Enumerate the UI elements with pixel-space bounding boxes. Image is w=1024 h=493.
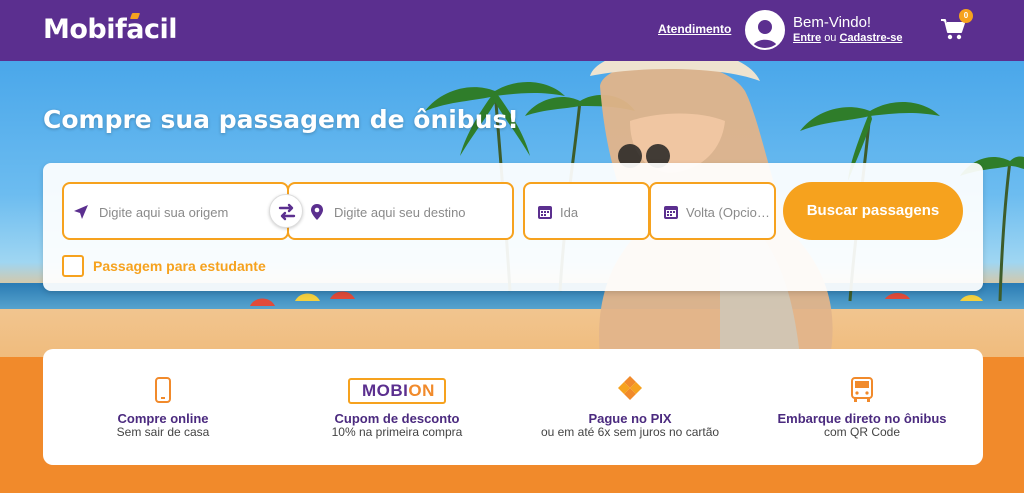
- welcome-text: Bem-Vindo!: [793, 14, 872, 31]
- signup-link[interactable]: Cadastre-se: [840, 32, 903, 44]
- logo[interactable]: Mobifacil: [43, 14, 177, 45]
- origin-input[interactable]: Digite aqui sua origem: [99, 205, 228, 220]
- user-icon: [752, 20, 778, 48]
- destination-input[interactable]: Digite aqui seu destino: [334, 205, 466, 220]
- feature-boarding: Embarque direto no ônibus com QR Code: [757, 349, 967, 465]
- feature-title: Pague no PIX: [588, 411, 672, 426]
- destination-field[interactable]: Digite aqui seu destino: [287, 182, 514, 240]
- hero-title: Compre sua passagem de ônibus!: [43, 105, 519, 134]
- calendar-icon: [664, 206, 678, 219]
- feature-subtitle: 10% na primeira compra: [331, 425, 463, 439]
- cart-count-badge: 0: [959, 9, 973, 23]
- departure-date-input[interactable]: Ida: [560, 205, 578, 220]
- features-panel: Compre online Sem sair de casa Cupom de …: [43, 349, 983, 465]
- mobion-badge-text: MOBION: [362, 381, 435, 401]
- feature-title: Embarque direto no ônibus: [777, 411, 947, 426]
- swap-arrows-icon: [278, 203, 296, 221]
- atendimento-link[interactable]: Atendimento: [658, 22, 731, 36]
- pix-icon: [618, 376, 642, 400]
- phone-icon: [155, 377, 171, 403]
- or-text: ou: [824, 32, 837, 44]
- mobion-badge-part-b: ON: [408, 381, 435, 400]
- avatar[interactable]: [745, 10, 785, 50]
- feature-pix: Pague no PIX ou em até 6x sem juros no c…: [515, 349, 745, 465]
- mobion-badge-part-a: MOBI: [362, 381, 409, 400]
- bus-icon: [851, 377, 873, 402]
- login-link[interactable]: Entre: [793, 32, 821, 44]
- origin-field[interactable]: Digite aqui sua origem: [62, 182, 289, 240]
- feature-title: Cupom de desconto: [334, 411, 460, 426]
- student-checkbox-label[interactable]: Passagem para estudante: [93, 258, 266, 274]
- feature-online: Compre online Sem sair de casa: [63, 349, 263, 465]
- feature-subtitle: Sem sair de casa: [116, 425, 210, 439]
- feature-subtitle: com QR Code: [823, 425, 901, 439]
- calendar-icon: [538, 206, 552, 219]
- top-header: Mobifacil Atendimento Bem-Vindo! Entre o…: [0, 0, 1024, 61]
- return-date-field[interactable]: Volta (Opcional): [649, 182, 776, 240]
- map-pin-icon: [311, 204, 323, 220]
- feature-subtitle: ou em até 6x sem juros no cartão: [540, 425, 720, 439]
- swap-button[interactable]: [269, 194, 303, 228]
- search-button[interactable]: Buscar passagens: [783, 182, 963, 240]
- return-date-input[interactable]: Volta (Opcional): [686, 205, 772, 220]
- login-links: Entre ou Cadastre-se: [793, 32, 902, 44]
- student-checkbox[interactable]: [62, 255, 84, 277]
- departure-date-field[interactable]: Ida: [523, 182, 650, 240]
- feature-title: Compre online: [117, 411, 209, 426]
- feature-coupon: Cupom de desconto 10% na primeira compra: [297, 349, 497, 465]
- navigation-arrow-icon: [74, 205, 88, 219]
